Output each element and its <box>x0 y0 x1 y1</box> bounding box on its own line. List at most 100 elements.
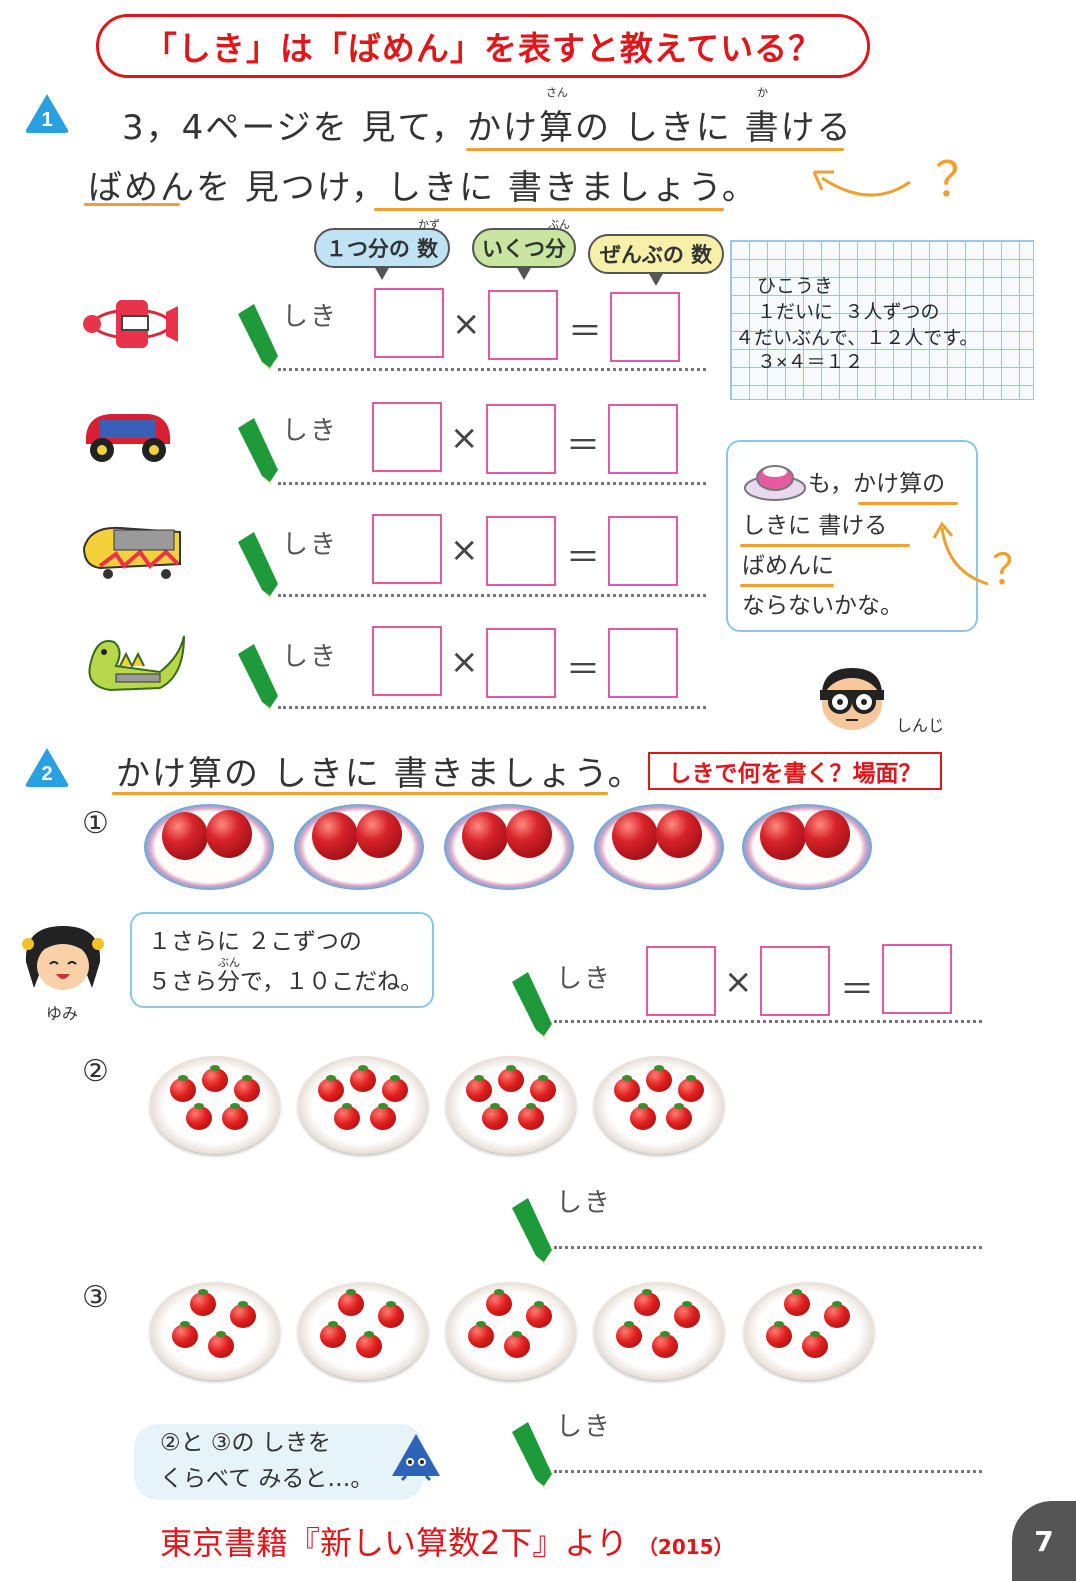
pencil-icon <box>506 1192 556 1266</box>
question-1-badge: 1 <box>25 94 69 133</box>
pencil-icon <box>232 298 282 372</box>
yumi-speech-bubble: １さらに ２こずつの ５さら分で，１０こだね。 ぶん <box>130 912 434 1008</box>
times-sign: × <box>452 304 481 344</box>
question-mark-annotation: ？ <box>935 152 984 208</box>
answer-box-product[interactable] <box>608 404 678 474</box>
answer-line <box>278 482 706 485</box>
svg-text:2: 2 <box>41 763 52 785</box>
pencil-icon <box>232 412 282 486</box>
yumi-avatar <box>22 926 104 990</box>
page-title: 「しき」は「ばめん」を表すと教えている？ <box>96 14 870 78</box>
equals-sign: ＝ <box>840 970 874 1010</box>
equals-sign: ＝ <box>568 312 602 352</box>
apple-plate <box>594 804 724 890</box>
answer-box-multiplicand[interactable] <box>372 626 442 696</box>
label-per-unit: １つ分の 数 <box>314 228 450 280</box>
answer-box-product[interactable] <box>608 628 678 698</box>
pencil-icon <box>506 1416 556 1490</box>
apple-plate <box>294 804 424 890</box>
compare-hint-bubble: ②と ③の しきを くらべて みると…。 <box>134 1424 424 1500</box>
annotation-label: しきで何を書く？場面？ <box>648 752 942 790</box>
item-3-number: ③ <box>82 1280 109 1315</box>
answer-box-multiplier[interactable] <box>760 946 830 1016</box>
label-total: ぜんぶの 数 <box>588 234 724 286</box>
times-sign: × <box>450 642 479 682</box>
answer-box-multiplicand[interactable] <box>372 514 442 584</box>
shinji-avatar <box>820 668 884 730</box>
shinji-name: しんじ <box>896 716 945 735</box>
answer-line <box>278 706 706 709</box>
source-credit: 東京書籍『新しい算数2下』より （2015） <box>160 1524 734 1562</box>
item-1-number: ① <box>82 806 109 841</box>
answer-box-multiplier[interactable] <box>486 516 556 586</box>
answer-box-product[interactable] <box>610 292 680 362</box>
svg-text:1: 1 <box>41 109 52 131</box>
times-sign: × <box>450 418 479 458</box>
answer-box-multiplicand[interactable] <box>374 288 444 358</box>
tomato-plate <box>446 1056 576 1154</box>
answer-line <box>554 1020 982 1023</box>
answer-box-multiplier[interactable] <box>486 628 556 698</box>
tomato-plate <box>744 1282 874 1380</box>
notebook-example: ひこうき １だいに ３人ずつの ４だいぶんで、１２人です。 ３×４＝１２ <box>730 240 1034 400</box>
curved-arrow-icon <box>812 170 911 197</box>
dragon-ride-icon <box>88 635 185 692</box>
page-number: 7 <box>1012 1501 1076 1581</box>
tomato-plate <box>594 1282 724 1380</box>
pencil-icon <box>232 638 282 712</box>
shiki-label: しき <box>282 416 339 446</box>
shiki-label: しき <box>556 1188 613 1218</box>
ruby-kazu: かず <box>418 218 440 231</box>
question-mark-annotation: ？ <box>992 545 1035 594</box>
underline <box>112 792 608 795</box>
times-sign: × <box>450 530 479 570</box>
airplane-icon <box>83 300 178 348</box>
times-sign: × <box>724 962 753 1002</box>
item-2-number: ② <box>82 1054 109 1089</box>
underline <box>374 208 724 211</box>
question-1-line-1: 3，4ページを 見て，かけ さん 算の しきに か書ける <box>122 86 853 148</box>
shiki-label: しき <box>556 964 613 994</box>
ruby-bun: ぶん <box>548 218 570 231</box>
tomato-plate <box>150 1282 280 1380</box>
shiki-label: しき <box>282 530 339 560</box>
tomato-plate <box>298 1056 428 1154</box>
apple-plate <box>742 804 872 890</box>
answer-line[interactable] <box>554 1470 982 1473</box>
tomato-plate <box>446 1282 576 1380</box>
car-icon <box>85 414 171 462</box>
teacup-ride-icon <box>744 465 806 501</box>
answer-box-product[interactable] <box>882 944 952 1014</box>
shiki-label: しき <box>282 642 339 672</box>
answer-line <box>278 594 706 597</box>
tomato-plate <box>594 1056 724 1154</box>
curved-arrow-icon <box>932 521 989 586</box>
answer-line <box>278 368 706 371</box>
pencil-icon <box>506 966 556 1040</box>
answer-box-product[interactable] <box>608 516 678 586</box>
equals-sign: ＝ <box>566 538 600 578</box>
apple-plate <box>144 804 274 890</box>
answer-box-multiplier[interactable] <box>488 290 558 360</box>
equals-sign: ＝ <box>566 426 600 466</box>
answer-box-multiplier[interactable] <box>486 404 556 474</box>
label-how-many: いくつ分 <box>472 228 576 280</box>
yumi-name: ゆみ <box>46 1004 79 1023</box>
question-2-badge: 2 <box>25 748 69 787</box>
underline <box>84 203 180 206</box>
apple-plate <box>444 804 574 890</box>
answer-box-multiplicand[interactable] <box>372 402 442 472</box>
question-1-line-2: ばめんを 見つけ，しきに 書きましょう。 <box>88 168 758 208</box>
answer-box-multiplicand[interactable] <box>646 946 716 1016</box>
question-2-instruction: かけ算の しきに 書きましょう。 <box>116 754 644 794</box>
shiki-label: しき <box>282 302 339 332</box>
shiki-label: しき <box>556 1412 613 1442</box>
tomato-plate <box>298 1282 428 1380</box>
underline <box>466 148 844 151</box>
triangle-mascot-icon <box>392 1434 440 1482</box>
tomato-plate <box>150 1056 280 1154</box>
equals-sign: ＝ <box>566 650 600 690</box>
roller-coaster-icon <box>82 526 181 579</box>
pencil-icon <box>232 526 282 600</box>
answer-line[interactable] <box>554 1246 982 1249</box>
